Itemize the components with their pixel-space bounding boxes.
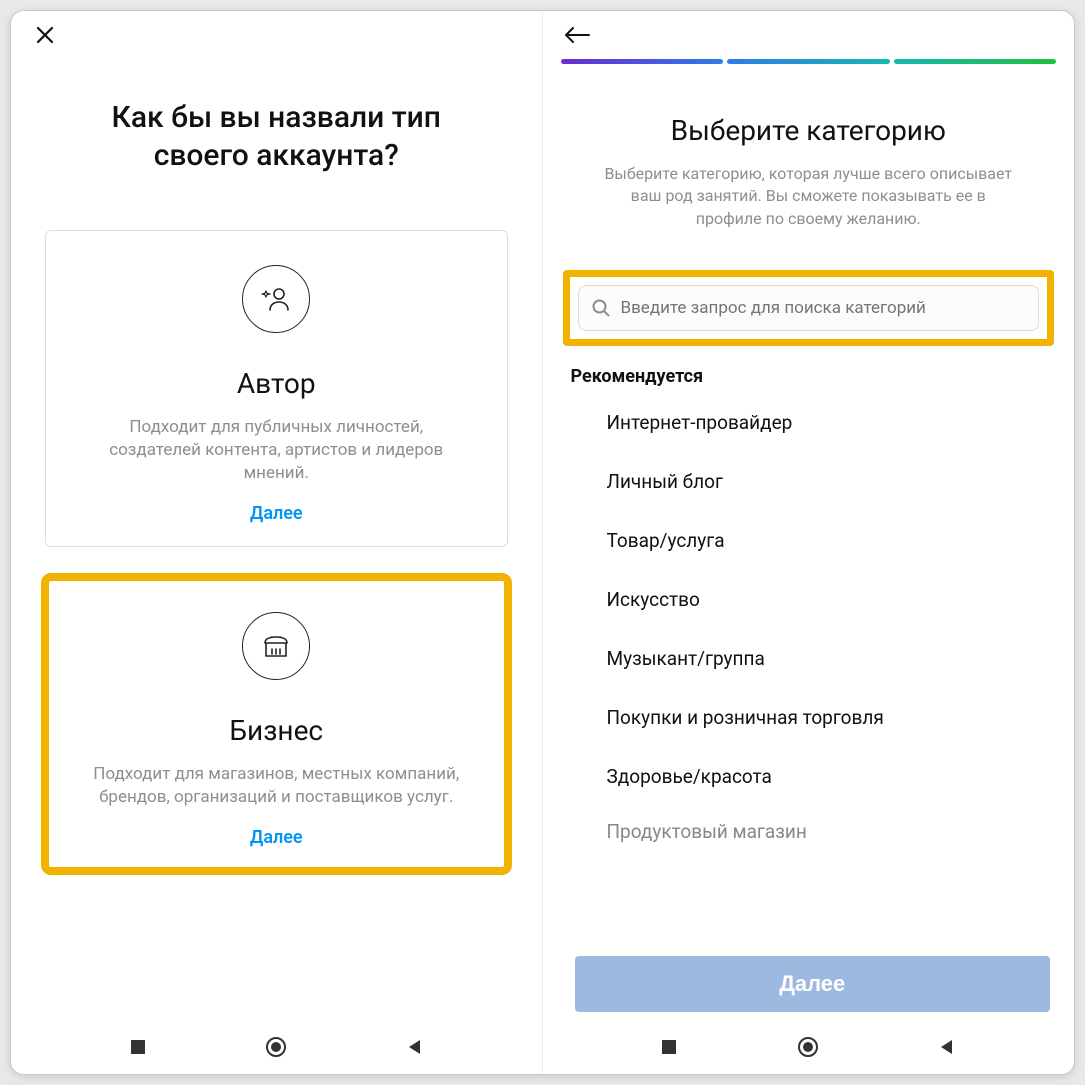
- search-box[interactable]: [578, 285, 1040, 331]
- category-item[interactable]: Продуктовый магазин: [543, 806, 1075, 843]
- nav-back-icon[interactable]: [403, 1035, 427, 1059]
- card-title-business: Бизнес: [229, 714, 323, 747]
- nav-home-icon[interactable]: [796, 1035, 820, 1059]
- search-icon: [591, 298, 611, 318]
- android-navbar-left: [11, 1020, 542, 1074]
- category-title: Выберите категорию: [671, 114, 946, 147]
- progress-seg-3: [894, 59, 1057, 64]
- category-item[interactable]: Интернет-провайдер: [543, 393, 1075, 452]
- category-desc: Выберите категорию, которая лучше всего …: [598, 163, 1018, 230]
- category-item[interactable]: Музыкант/группа: [543, 629, 1075, 688]
- card-title-author: Автор: [237, 367, 316, 400]
- category-item[interactable]: Личный блог: [543, 452, 1075, 511]
- close-icon: [33, 23, 57, 47]
- topbar-right: [543, 11, 1075, 59]
- category-item[interactable]: Товар/услуга: [543, 511, 1075, 570]
- next-button[interactable]: Далее: [575, 956, 1051, 1012]
- right-content: Выберите категорию Выберите категорию, к…: [543, 72, 1075, 1074]
- progress-bar: [561, 59, 1057, 64]
- left-content: Как бы вы назвали тип своего аккаунта? А…: [11, 59, 542, 901]
- category-screen: Выберите категорию Выберите категорию, к…: [543, 11, 1075, 1074]
- recommended-label: Рекомендуется: [571, 366, 704, 387]
- back-button[interactable]: [561, 19, 593, 51]
- category-item[interactable]: Здоровье/красота: [543, 747, 1075, 806]
- android-navbar-right: [543, 1020, 1075, 1074]
- close-button[interactable]: [29, 19, 61, 51]
- progress-seg-2: [727, 59, 890, 64]
- search-input[interactable]: [621, 298, 1027, 318]
- search-highlight: [563, 270, 1055, 346]
- card-desc-author: Подходит для публичных личностей, создат…: [86, 416, 466, 485]
- nav-recent-icon[interactable]: [126, 1035, 150, 1059]
- business-icon: [242, 612, 310, 680]
- topbar-left: [11, 11, 542, 59]
- screenshot-frame: Как бы вы назвали тип своего аккаунта? А…: [10, 10, 1075, 1075]
- progress-seg-1: [561, 59, 724, 64]
- account-type-screen: Как бы вы назвали тип своего аккаунта? А…: [11, 11, 543, 1074]
- account-type-card-business[interactable]: Бизнес Подходит для магазинов, местных к…: [45, 577, 508, 871]
- next-link-author[interactable]: Далее: [250, 503, 303, 524]
- next-link-business[interactable]: Далее: [250, 827, 303, 848]
- nav-back-icon[interactable]: [935, 1035, 959, 1059]
- nav-home-icon[interactable]: [264, 1035, 288, 1059]
- category-item[interactable]: Искусство: [543, 570, 1075, 629]
- card-desc-business: Подходит для магазинов, местных компаний…: [86, 763, 466, 809]
- page-title: Как бы вы назвали тип своего аккаунта?: [66, 99, 486, 174]
- creator-icon: [242, 265, 310, 333]
- account-type-card-author[interactable]: Автор Подходит для публичных личностей, …: [45, 230, 508, 547]
- category-item[interactable]: Покупки и розничная торговля: [543, 688, 1075, 747]
- arrow-left-icon: [563, 25, 591, 45]
- nav-recent-icon[interactable]: [657, 1035, 681, 1059]
